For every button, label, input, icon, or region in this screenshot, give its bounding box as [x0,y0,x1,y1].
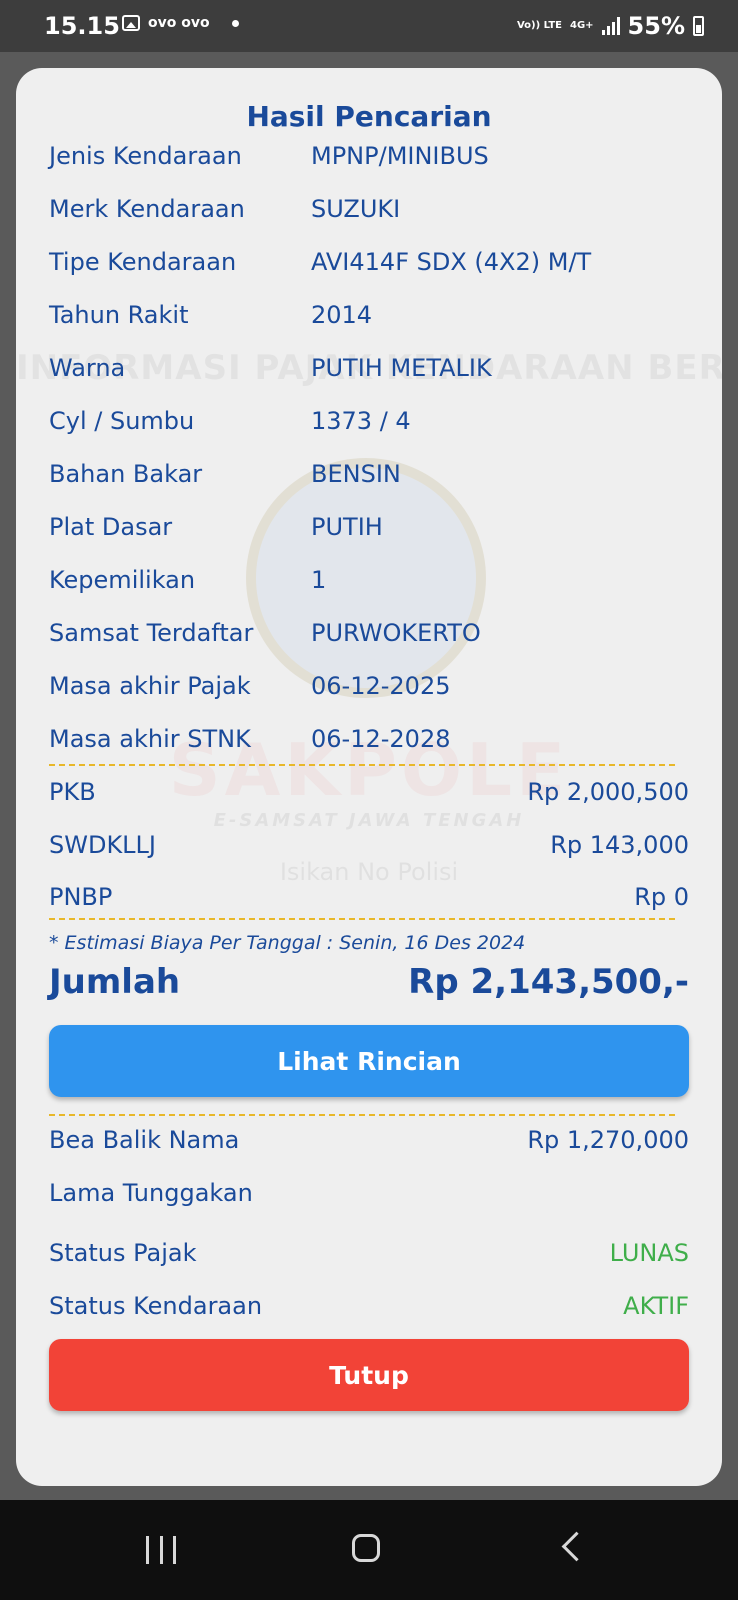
info-row-plat: Plat Dasar PUTIH [49,513,689,553]
view-details-button[interactable]: Lihat Rincian [49,1025,689,1097]
divider [49,918,675,920]
info-label: Bahan Bakar [49,460,203,488]
fee-row-swdkllj: SWDKLLJ Rp 143,000 [49,831,689,871]
fee-label: SWDKLLJ [49,831,157,859]
info-label: Cyl / Sumbu [49,407,195,435]
extra-row-bea-balik-nama: Bea Balik Nama Rp 1,270,000 [49,1126,689,1166]
back-icon[interactable] [561,1531,592,1562]
navigation-bar [0,1500,738,1600]
modal-title: Hasil Pencarian [246,100,492,133]
network-type-icon: 4G+ [570,20,594,31]
fee-value: Rp 143,000 [550,831,689,859]
info-value: 1 [311,566,327,594]
info-label: Warna [49,354,126,382]
info-row-jenis: Jenis Kendaraan MPNP/MINIBUS [49,142,689,182]
info-value: 2014 [311,301,373,329]
battery-percent: 55% [627,12,685,40]
info-value: BENSIN [311,460,401,488]
info-row-tipe: Tipe Kendaraan AVI414F SDX (4X2) M/T [49,248,689,288]
recents-icon[interactable] [146,1536,176,1564]
info-value: MPNP/MINIBUS [311,142,489,170]
status-badge: AKTIF [623,1292,689,1320]
gallery-icon [122,15,140,31]
extra-value: Rp 1,270,000 [527,1126,689,1154]
info-label: Tahun Rakit [49,301,189,329]
info-row-kepemilikan: Kepemilikan 1 [49,566,689,606]
info-row-cyl: Cyl / Sumbu 1373 / 4 [49,407,689,447]
info-row-tahun: Tahun Rakit 2014 [49,301,689,341]
info-value: PUTIH METALIK [311,354,492,382]
info-label: Kepemilikan [49,566,196,594]
info-row-samsat: Samsat Terdaftar PURWOKERTO [49,619,689,659]
extra-label: Lama Tunggakan [49,1179,253,1207]
fee-label: PKB [49,778,96,806]
info-row-merk: Merk Kendaraan SUZUKI [49,195,689,235]
volte-icon: Vo)) LTE [516,20,562,31]
signal-icon [601,17,620,35]
extra-label: Status Pajak [49,1239,197,1267]
info-label: Tipe Kendaraan [49,248,237,276]
status-bar: 15.15 ovo ovo Vo)) LTE 4G+ 55% [0,0,738,52]
estimate-note: * Estimasi Biaya Per Tanggal : Senin, 16… [49,932,526,954]
divider [49,764,675,766]
clock: 15.15 [44,12,120,40]
info-label: Masa akhir Pajak [49,672,251,700]
info-label: Samsat Terdaftar [49,619,254,647]
fee-row-pkb: PKB Rp 2,000,500 [49,778,689,818]
info-row-masa-pajak: Masa akhir Pajak 06-12-2025 [49,672,689,712]
total-value: Rp 2,143,500,- [408,962,689,1002]
close-button[interactable]: Tutup [49,1339,689,1411]
extra-row-status-pajak: Status Pajak LUNAS [49,1239,689,1279]
info-value: PUTIH [311,513,383,541]
extra-row-lama-tunggakan: Lama Tunggakan [49,1179,689,1219]
search-result-modal: INFORMASI PAJAK KENDARAAN BERMOTOR SAKPO… [16,68,722,1486]
info-value: SUZUKI [311,195,401,223]
fee-label: PNBP [49,883,113,911]
info-value: 06-12-2028 [311,725,451,753]
info-row-bahan-bakar: Bahan Bakar BENSIN [49,460,689,500]
total-label: Jumlah [49,962,181,1002]
fee-value: Rp 2,000,500 [527,778,689,806]
info-label: Masa akhir STNK [49,725,251,753]
fee-row-pnbp: PNBP Rp 0 [49,883,689,923]
extra-label: Status Kendaraan [49,1292,263,1320]
fee-value: Rp 0 [634,883,689,911]
more-notifications-icon [231,19,239,27]
divider [49,1114,675,1116]
info-value: 06-12-2025 [311,672,451,700]
extra-label: Bea Balik Nama [49,1126,240,1154]
info-value: PURWOKERTO [311,619,481,647]
info-value: 1373 / 4 [311,407,411,435]
info-label: Jenis Kendaraan [49,142,242,170]
system-icons: Vo)) LTE 4G+ 55% [517,12,704,40]
status-badge: LUNAS [609,1239,689,1267]
info-row-masa-stnk: Masa akhir STNK 06-12-2028 [49,725,689,765]
battery-icon [693,16,704,36]
extra-row-status-kendaraan: Status Kendaraan AKTIF [49,1292,689,1332]
info-label: Merk Kendaraan [49,195,245,223]
home-icon[interactable] [352,1534,380,1562]
notification-icons: ovo ovo [122,15,239,31]
info-value: AVI414F SDX (4X2) M/T [311,248,592,276]
ovo-notification: ovo ovo [148,15,210,31]
info-row-warna: Warna PUTIH METALIK [49,354,689,394]
info-label: Plat Dasar [49,513,173,541]
